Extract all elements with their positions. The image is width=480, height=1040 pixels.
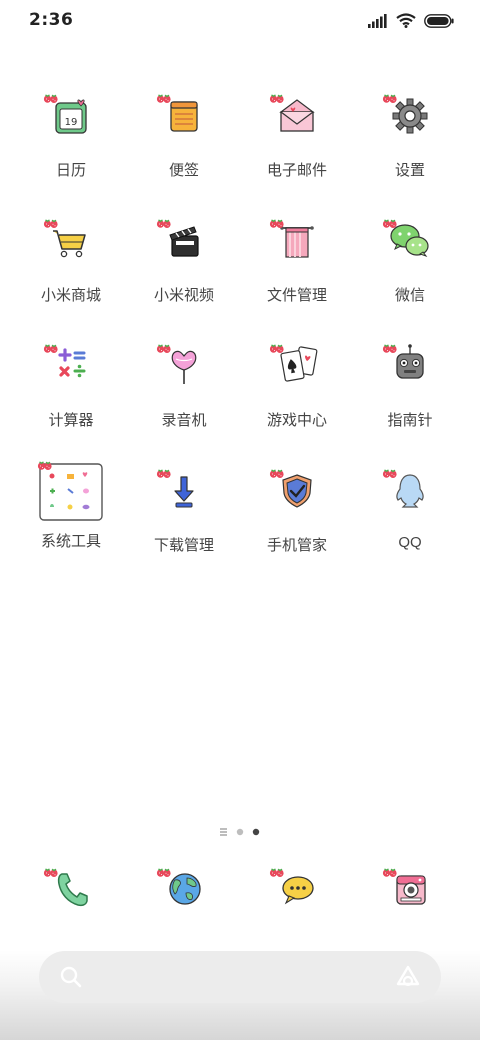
dock-camera[interactable] [354, 866, 466, 922]
search-icon[interactable] [59, 965, 83, 989]
strawberry-badge-icon [156, 866, 172, 878]
folder-icon [39, 463, 103, 521]
strawberry-badge-icon [156, 92, 172, 104]
app-label: 指南针 [387, 411, 433, 429]
strawberry-badge-icon [382, 467, 398, 479]
app-mi-video[interactable]: 小米视频 [128, 217, 240, 305]
assistant-icon[interactable] [395, 964, 421, 990]
dock [0, 866, 480, 926]
strawberry-badge-icon [43, 92, 59, 104]
app-label: 小米商城 [40, 286, 101, 304]
app-calculator[interactable]: 计算器 [15, 342, 127, 430]
app-label: 微信 [394, 286, 425, 304]
calendar-day: 19 [65, 117, 78, 128]
status-bar: 2:36 [0, 0, 480, 42]
strawberry-badge-icon [37, 459, 53, 471]
wifi-icon [396, 13, 416, 28]
app-label: 设置 [394, 161, 425, 179]
app-qq[interactable]: QQ [354, 467, 466, 551]
app-notes[interactable]: 便签 [128, 92, 240, 180]
app-game-center[interactable]: 游戏中心 [241, 342, 353, 430]
app-label: 系统工具 [40, 532, 101, 550]
app-label: 小米视频 [153, 286, 214, 304]
signal-icon [368, 13, 387, 28]
search-bar[interactable] [39, 951, 441, 1003]
app-label: 下载管理 [153, 536, 214, 554]
dock-messages[interactable] [241, 866, 353, 922]
page-dot [236, 828, 244, 836]
app-download-manager[interactable]: 下载管理 [128, 467, 240, 555]
app-file-manager[interactable]: 文件管理 [241, 217, 353, 305]
app-label: 日历 [55, 161, 86, 179]
strawberry-badge-icon [156, 217, 172, 229]
page-indicator[interactable] [0, 823, 480, 836]
strawberry-badge-icon [156, 467, 172, 479]
app-security[interactable]: 手机管家 [241, 467, 353, 555]
strawberry-badge-icon [269, 92, 285, 104]
app-settings[interactable]: 设置 [354, 92, 466, 180]
status-icons [368, 13, 454, 28]
page-dot-active [252, 828, 260, 836]
strawberry-badge-icon [43, 342, 59, 354]
app-email[interactable]: 电子邮件 [241, 92, 353, 180]
app-label: 文件管理 [266, 286, 327, 304]
battery-icon [424, 13, 454, 28]
app-recorder[interactable]: 录音机 [128, 342, 240, 430]
strawberry-badge-icon [269, 217, 285, 229]
page-indicator-list-icon [220, 828, 227, 836]
app-mi-store[interactable]: 小米商城 [15, 217, 127, 305]
strawberry-badge-icon [43, 217, 59, 229]
app-folder-system-tools[interactable]: 系统工具 [15, 467, 127, 551]
app-label: 电子邮件 [266, 161, 327, 179]
strawberry-badge-icon [382, 92, 398, 104]
status-time: 2:36 [29, 10, 74, 30]
strawberry-badge-icon [43, 866, 59, 878]
strawberry-badge-icon [156, 342, 172, 354]
strawberry-badge-icon [382, 342, 398, 354]
app-label: QQ [398, 534, 422, 551]
strawberry-badge-icon [269, 866, 285, 878]
strawberry-badge-icon [382, 866, 398, 878]
app-label: 计算器 [48, 411, 94, 429]
app-label: 游戏中心 [266, 411, 327, 429]
dock-phone[interactable] [15, 866, 127, 922]
app-wechat[interactable]: 微信 [354, 217, 466, 305]
strawberry-badge-icon [269, 467, 285, 479]
app-label: 便签 [168, 161, 199, 179]
app-calendar[interactable]: 19 日历 [15, 92, 127, 180]
app-compass[interactable]: 指南针 [354, 342, 466, 430]
app-label: 录音机 [161, 411, 207, 429]
strawberry-badge-icon [382, 217, 398, 229]
strawberry-badge-icon [269, 342, 285, 354]
app-label: 手机管家 [266, 536, 327, 554]
dock-browser[interactable] [128, 866, 240, 922]
